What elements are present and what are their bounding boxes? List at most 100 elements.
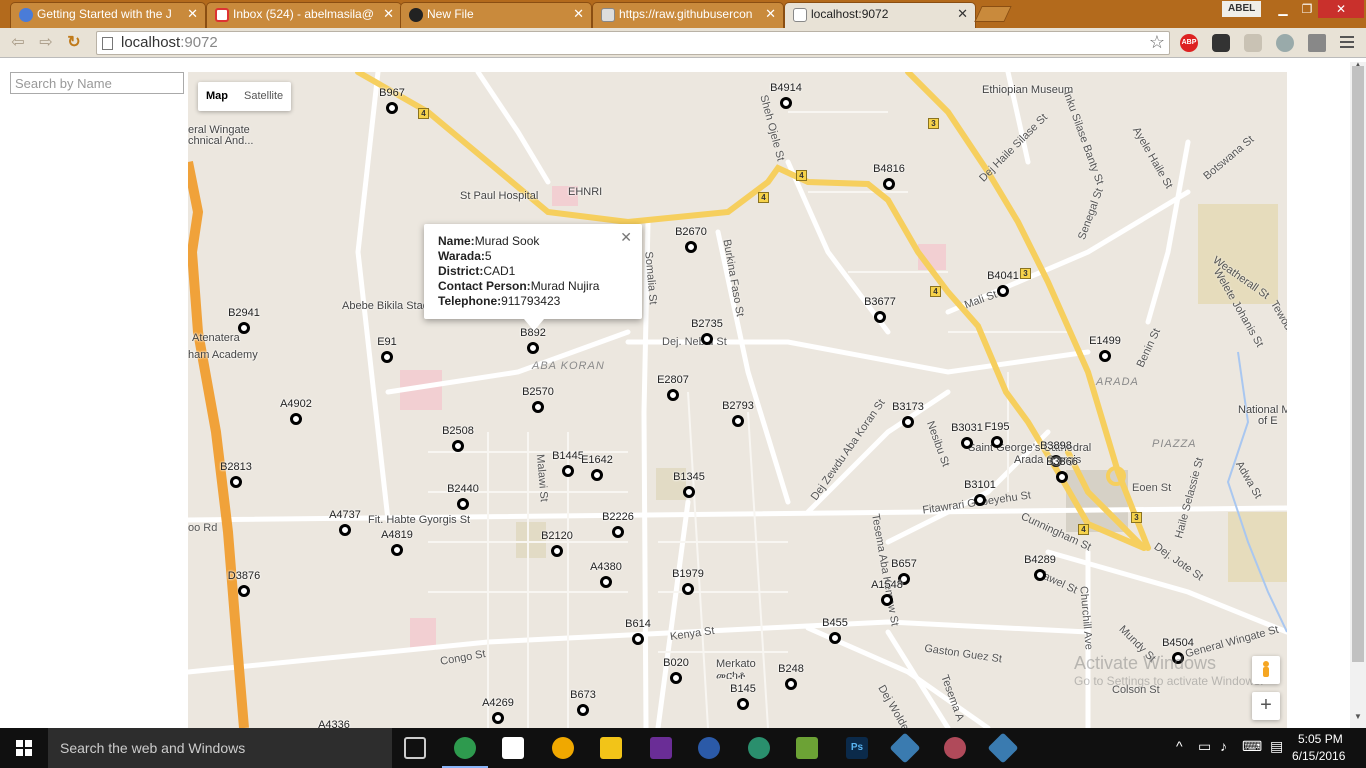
network-tool-icon[interactable] xyxy=(944,737,966,759)
marker-pin-icon xyxy=(683,486,695,498)
clock-time[interactable]: 5:05 PM xyxy=(1298,732,1343,746)
reload-icon[interactable]: ↻ xyxy=(64,34,84,54)
page-icon xyxy=(601,8,615,22)
chrome-menu-icon[interactable] xyxy=(1340,36,1354,51)
zoom-in-button[interactable]: + xyxy=(1252,692,1280,720)
tab-new-file[interactable]: New File ✕ xyxy=(400,2,592,28)
tab-getting-started[interactable]: Getting Started with the J ✕ xyxy=(10,2,206,28)
tab-strip: Getting Started with the J ✕ Inbox (524)… xyxy=(0,0,1366,28)
marker-pin-icon xyxy=(701,333,713,345)
tab-title: New File xyxy=(427,7,474,21)
marker-info-window: ✕ Name:Murad Sook Warada:5 District:CAD1… xyxy=(424,224,642,331)
marker-pin-icon xyxy=(780,97,792,109)
close-icon[interactable]: ✕ xyxy=(383,3,394,25)
window-close-button[interactable]: ✕ xyxy=(1318,0,1364,18)
marker-pin-icon xyxy=(732,415,744,427)
close-icon[interactable]: ✕ xyxy=(187,3,198,25)
map-place-label: St Paul Hospital xyxy=(460,190,539,202)
back-icon[interactable]: ⇦ xyxy=(8,34,28,54)
profile-badge[interactable]: ABEL xyxy=(1222,1,1262,17)
map-place-label: Ethiopian Museum xyxy=(982,84,1074,96)
volume-icon[interactable]: ♪ xyxy=(1220,738,1227,754)
firefox-icon[interactable] xyxy=(698,737,720,759)
git-icon[interactable] xyxy=(987,732,1019,764)
atom-icon[interactable] xyxy=(748,737,770,759)
tab-localhost[interactable]: localhost:9072 ✕ xyxy=(784,2,976,28)
new-tab-button[interactable] xyxy=(974,6,1012,22)
chrome-icon[interactable] xyxy=(442,737,488,768)
notification-icon[interactable]: ▤ xyxy=(1270,738,1283,755)
map-place-label: Atenatera xyxy=(192,332,240,344)
close-icon[interactable]: ✕ xyxy=(765,3,776,25)
marker-pin-icon xyxy=(685,241,697,253)
marker-pin-icon xyxy=(737,698,749,710)
android-studio-icon[interactable] xyxy=(796,737,818,759)
minimize-button[interactable]: ▁ xyxy=(1270,0,1296,18)
clock-date[interactable]: 6/15/2016 xyxy=(1292,749,1345,763)
photoshop-icon[interactable]: Ps xyxy=(846,737,868,759)
map-place-label: መርካቶ xyxy=(716,670,746,682)
github-icon xyxy=(409,8,423,22)
info-row-warada: Warada:5 xyxy=(438,249,492,263)
git-icon[interactable] xyxy=(889,732,921,764)
tab-title: https://raw.githubusercon xyxy=(619,7,753,21)
start-button[interactable] xyxy=(0,728,48,768)
chevron-up-icon[interactable]: ^ xyxy=(1176,738,1183,754)
marker-pin-icon xyxy=(883,178,895,190)
maximize-button[interactable]: ❐ xyxy=(1294,0,1320,18)
task-view-icon[interactable] xyxy=(404,737,426,759)
route-shield: 4 xyxy=(796,170,807,181)
street-label: oo Rd xyxy=(188,522,218,534)
adblock-icon[interactable]: ABP xyxy=(1180,34,1198,52)
keyboard-icon[interactable]: ⌨ xyxy=(1242,738,1262,755)
map-type-map-button[interactable]: Map xyxy=(198,82,236,111)
info-row-telephone: Telephone:911793423 xyxy=(438,294,561,308)
marker-pin-icon xyxy=(991,436,1003,448)
map-block xyxy=(1228,512,1287,582)
address-bar[interactable]: localhost:9072 ☆ xyxy=(96,31,1170,55)
map-canvas[interactable]: 4 4 4 4 4 3 3 3 Ethiopian Museum St Paul… xyxy=(188,72,1287,728)
marker-pin-icon xyxy=(600,576,612,588)
marker-pin-icon xyxy=(290,413,302,425)
battery-icon[interactable]: ▭ xyxy=(1198,738,1211,755)
close-icon[interactable]: ✕ xyxy=(573,3,584,25)
street-label: Eoen St xyxy=(1132,482,1172,494)
tab-inbox[interactable]: Inbox (524) - abelmasila@ ✕ xyxy=(206,2,402,28)
scroll-down-icon[interactable]: ▼ xyxy=(1354,712,1362,721)
puzzle-extension-icon[interactable] xyxy=(1244,34,1262,52)
globe-extension-icon[interactable] xyxy=(1276,34,1294,52)
map-type-satellite-button[interactable]: Satellite xyxy=(236,82,291,111)
tab-raw-github[interactable]: https://raw.githubusercon ✕ xyxy=(592,2,784,28)
close-icon[interactable]: ✕ xyxy=(957,3,968,25)
marker-pin-icon xyxy=(386,102,398,114)
spy-extension-icon[interactable] xyxy=(1212,34,1230,52)
visual-studio-icon[interactable] xyxy=(650,737,672,759)
marker-pin-icon xyxy=(1099,350,1111,362)
marker-pin-icon xyxy=(238,585,250,597)
gmail-icon xyxy=(215,8,229,22)
marker-pin-icon xyxy=(881,594,893,606)
search-by-name-input[interactable] xyxy=(10,72,184,94)
map-type-control: Map Satellite xyxy=(198,82,292,111)
marker-pin-icon xyxy=(670,672,682,684)
windows-taskbar: Search the web and Windows Ps ^ ▭ ♪ ⌨ ▤ … xyxy=(0,728,1366,768)
marker-pin-icon xyxy=(591,469,603,481)
district-label: ARADA xyxy=(1096,376,1139,388)
drive-extension-icon[interactable] xyxy=(1308,34,1326,52)
marker-pin-icon xyxy=(632,633,644,645)
marker-pin-icon xyxy=(1056,471,1068,483)
info-row-name: Name:Murad Sook xyxy=(438,234,540,248)
chrome-canary-icon[interactable] xyxy=(552,737,574,759)
close-icon[interactable]: ✕ xyxy=(620,230,632,245)
file-explorer-icon[interactable] xyxy=(600,737,622,759)
street-view-pegman-icon[interactable] xyxy=(1252,656,1280,684)
url-text[interactable]: localhost:9072 xyxy=(121,34,218,52)
bookmark-star-icon[interactable]: ☆ xyxy=(1149,32,1165,53)
tab-title: localhost:9072 xyxy=(811,7,889,21)
cortana-search-box[interactable]: Search the web and Windows xyxy=(48,728,392,768)
scroll-thumb[interactable] xyxy=(1352,66,1364,662)
forward-icon[interactable]: ⇨ xyxy=(36,34,56,54)
info-window-tail xyxy=(524,319,544,331)
store-icon[interactable] xyxy=(502,737,524,759)
page-scrollbar[interactable]: ▲ ▼ xyxy=(1350,60,1366,728)
